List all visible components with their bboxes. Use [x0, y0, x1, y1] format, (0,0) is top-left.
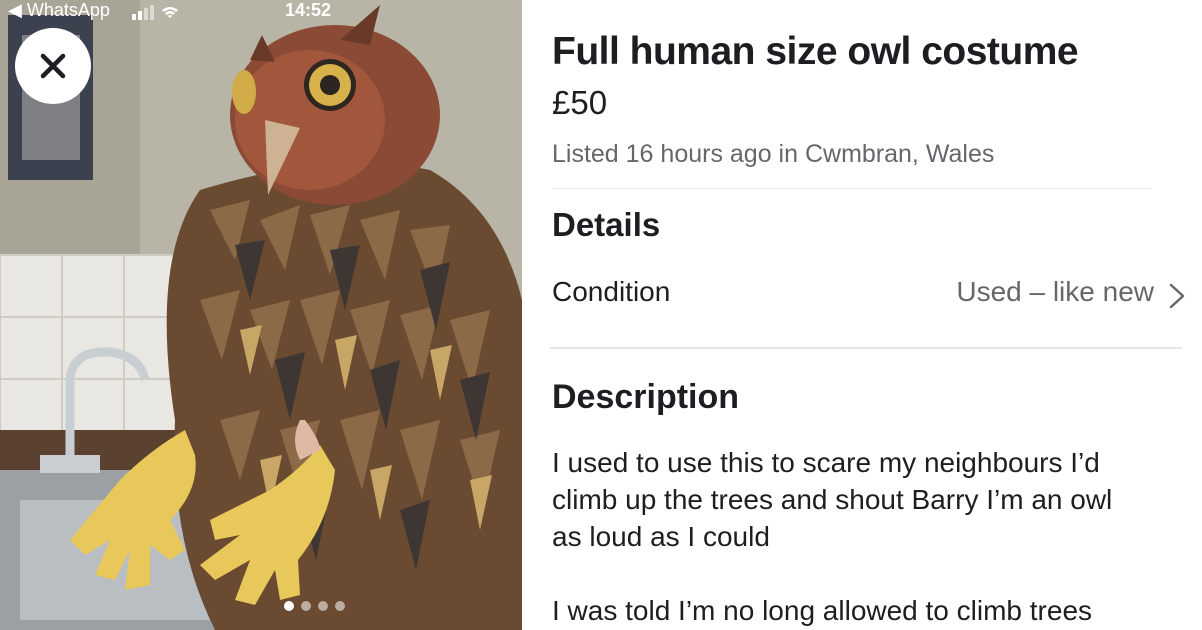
back-to-app-link[interactable]: ◀ WhatsApp — [8, 0, 110, 21]
pagination-dot[interactable] — [335, 601, 345, 611]
description-text: I used to use this to scare my neighbour… — [552, 447, 1113, 626]
listing-details-panel: Full human size owl costume £50 Listed 1… — [522, 0, 1202, 630]
close-icon — [40, 53, 66, 79]
listing-price: £50 — [552, 84, 608, 121]
condition-row[interactable]: Condition Used – like new — [552, 270, 1192, 320]
chevron-right-icon — [1168, 282, 1186, 315]
divider — [552, 188, 1152, 189]
condition-value: Used – like new — [956, 276, 1154, 307]
status-bar: ◀ WhatsApp 14:52 — [0, 0, 522, 24]
divider — [550, 347, 1182, 349]
description-heading: Description — [552, 378, 740, 416]
condition-label: Condition — [552, 276, 671, 307]
close-button[interactable] — [15, 28, 91, 104]
owl-costume-photo — [0, 0, 522, 630]
pagination-dot[interactable] — [318, 601, 328, 611]
pagination-dot-active[interactable] — [284, 601, 294, 611]
details-heading: Details — [552, 206, 661, 243]
listing-photo[interactable]: ◀ WhatsApp 14:52 — [0, 0, 522, 630]
listing-meta: Listed 16 hours ago in Cwmbran, Wales — [552, 140, 995, 168]
listing-title: Full human size owl costume — [552, 30, 1079, 73]
status-time: 14:52 — [285, 0, 332, 20]
marketplace-listing-screen: ◀ WhatsApp 14:52 Full human size owl cos… — [0, 0, 1202, 630]
pagination-dot[interactable] — [301, 601, 311, 611]
photo-pagination — [284, 601, 354, 613]
signal-icon — [132, 4, 182, 25]
